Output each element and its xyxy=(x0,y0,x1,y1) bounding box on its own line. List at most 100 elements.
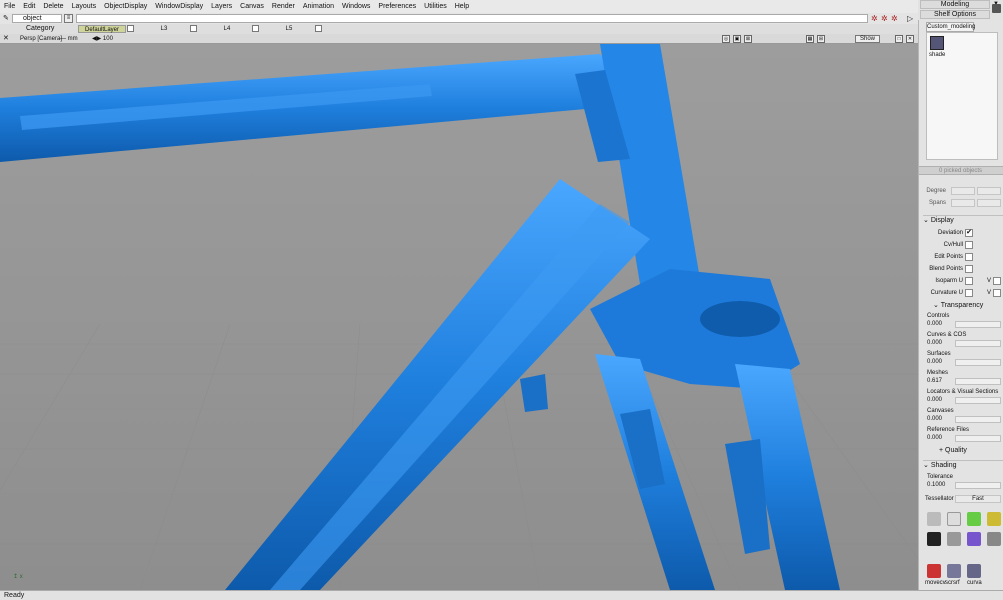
transparency-curves-value[interactable]: 0.000 xyxy=(927,340,953,348)
shelf-options-dropdown[interactable]: Shelf Options xyxy=(920,10,990,19)
pick-options-button[interactable]: ≡ xyxy=(64,14,73,23)
collapse-icon: ⌄ xyxy=(923,462,931,469)
menu-objectdisplay[interactable]: ObjectDisplay xyxy=(100,3,151,10)
shade-tool-4-icon[interactable] xyxy=(987,512,1001,526)
shading-section-header[interactable]: ⌄ Shading xyxy=(923,460,1003,470)
transparency-controls-slider[interactable] xyxy=(955,321,1001,328)
viewport-close-icon[interactable]: ✕ xyxy=(906,35,914,43)
play-icon[interactable]: ▷ xyxy=(907,13,913,24)
menu-help[interactable]: Help xyxy=(451,3,473,10)
shade-tool-icon[interactable] xyxy=(930,36,944,50)
shade-tool-5-icon[interactable] xyxy=(927,532,941,546)
transparency-controls-value[interactable]: 0.000 xyxy=(927,321,953,329)
transparency-reference-value[interactable]: 0.000 xyxy=(927,435,953,443)
menu-windows[interactable]: Windows xyxy=(338,3,374,10)
transparency-canvases-value[interactable]: 0.000 xyxy=(927,416,953,424)
degree-field-v[interactable] xyxy=(977,187,1001,195)
transparency-surfaces-value[interactable]: 0.000 xyxy=(927,359,953,367)
shade-tool-6-icon[interactable] xyxy=(947,532,961,546)
transparency-meshes-value[interactable]: 0.617 xyxy=(927,378,953,386)
transparency-surfaces-slider[interactable] xyxy=(955,359,1001,366)
menu-layouts[interactable]: Layouts xyxy=(68,3,101,10)
transparency-locators-value[interactable]: 0.000 xyxy=(927,397,953,405)
tessellator-dropdown[interactable]: Fast xyxy=(955,495,1001,503)
transparency-meshes-label: Meshes xyxy=(927,370,949,376)
menu-edit[interactable]: Edit xyxy=(19,3,39,10)
spans-field[interactable] xyxy=(951,199,975,207)
viewport-scale: ◀▶ 100 xyxy=(92,36,113,42)
shade-tool-1-icon[interactable] xyxy=(927,512,941,526)
movecv-icon[interactable] xyxy=(927,564,941,578)
transparency-section-header[interactable]: ⌄ Transparency xyxy=(933,301,1003,311)
shelf-tab[interactable]: Custom_modeling xyxy=(926,22,975,32)
layer-l4-visibility[interactable] xyxy=(252,25,259,32)
workspace-dropdown[interactable]: Modeling ▼ xyxy=(920,0,999,9)
curvature-v-checkbox[interactable] xyxy=(993,289,1001,297)
camera-icon[interactable]: ◎ xyxy=(722,35,730,43)
layer-l5[interactable]: L5 xyxy=(265,25,313,33)
quality-section-header[interactable]: + Quality xyxy=(939,446,1003,456)
head-lug-opening xyxy=(700,301,780,337)
grid-icon[interactable]: ▦ xyxy=(806,35,814,43)
command-input[interactable] xyxy=(76,14,868,23)
transparency-curves-slider[interactable] xyxy=(955,340,1001,347)
layer-l5-visibility[interactable] xyxy=(315,25,322,32)
snap-grid-icon[interactable]: ✲ xyxy=(871,13,878,24)
menu-windowdisplay[interactable]: WindowDisplay xyxy=(151,3,207,10)
menu-animation[interactable]: Animation xyxy=(299,3,338,10)
edit-points-checkbox[interactable] xyxy=(965,253,973,261)
transparency-locators-slider[interactable] xyxy=(955,397,1001,404)
layer-default-visibility[interactable] xyxy=(127,25,134,32)
tolerance-slider[interactable] xyxy=(955,482,1001,489)
layer-l3[interactable]: L3 xyxy=(140,25,188,33)
pick-icon: ✎ xyxy=(3,15,9,22)
picked-objects-bar: 0 picked objects xyxy=(919,166,1003,175)
deviation-checkbox[interactable]: ✔ xyxy=(965,229,973,237)
curvature-u-checkbox[interactable] xyxy=(965,289,973,297)
snap-point-icon[interactable]: ✲ xyxy=(891,13,898,24)
collapse-icon: ⌄ xyxy=(923,217,931,224)
degree-field[interactable] xyxy=(951,187,975,195)
trash-icon[interactable] xyxy=(992,4,1001,13)
menu-layers[interactable]: Layers xyxy=(207,3,236,10)
blend-points-checkbox[interactable] xyxy=(965,265,973,273)
pick-mode-field[interactable]: object xyxy=(12,14,62,23)
layer-l3-visibility[interactable] xyxy=(190,25,197,32)
snap-curve-icon[interactable]: ✲ xyxy=(881,13,888,24)
transparency-canvases-slider[interactable] xyxy=(955,416,1001,423)
shade-tool-3-icon[interactable] xyxy=(967,512,981,526)
scrsrf-icon[interactable] xyxy=(947,564,961,578)
menu-canvas[interactable]: Canvas xyxy=(236,3,268,10)
display-section-header[interactable]: ⌄ Display xyxy=(923,215,1003,225)
isoparm-v-checkbox[interactable] xyxy=(993,277,1001,285)
movecv-label: movecv xyxy=(925,580,946,586)
layer-l4[interactable]: L4 xyxy=(203,25,251,33)
view-icon[interactable]: ▣ xyxy=(733,35,741,43)
maximize-icon[interactable]: □ xyxy=(895,35,903,43)
show-button[interactable]: Show xyxy=(855,35,881,43)
menu-file[interactable]: File xyxy=(0,3,19,10)
layer-default[interactable]: DefaultLayer xyxy=(78,25,126,33)
menu-utilities[interactable]: Utilities xyxy=(420,3,451,10)
menu-render[interactable]: Render xyxy=(268,3,299,10)
display-section-title: Display xyxy=(930,217,954,224)
menu-preferences[interactable]: Preferences xyxy=(374,3,420,10)
transparency-reference-slider[interactable] xyxy=(955,435,1001,442)
menu-delete[interactable]: Delete xyxy=(39,3,67,10)
fit-icon[interactable]: ⊠ xyxy=(744,35,752,43)
workspace-selectors: Modeling ▼ Shelf Options xyxy=(918,0,1003,20)
curva-icon[interactable] xyxy=(967,564,981,578)
shade-tool-2-icon[interactable] xyxy=(947,512,961,526)
cvhull-checkbox[interactable] xyxy=(965,241,973,249)
isoparm-u-label: Isoparm U xyxy=(935,278,963,284)
close-icon[interactable]: ✕ xyxy=(3,34,9,44)
layout-icon[interactable]: ⊞ xyxy=(817,35,825,43)
spans-field-v[interactable] xyxy=(977,199,1001,207)
isoparm-u-checkbox[interactable] xyxy=(965,277,973,285)
shade-tool-8-icon[interactable] xyxy=(987,532,1001,546)
shade-tool-7-icon[interactable] xyxy=(967,532,981,546)
transparency-meshes-slider[interactable] xyxy=(955,378,1001,385)
scene-canvas[interactable] xyxy=(0,44,918,590)
perspective-viewport[interactable]: ✕ Persp [Camera] — mm ◀▶ 100 ◎ ▣ ⊠ ▦ ⊞ S… xyxy=(0,34,918,590)
tolerance-value[interactable]: 0.1000 xyxy=(927,482,953,490)
